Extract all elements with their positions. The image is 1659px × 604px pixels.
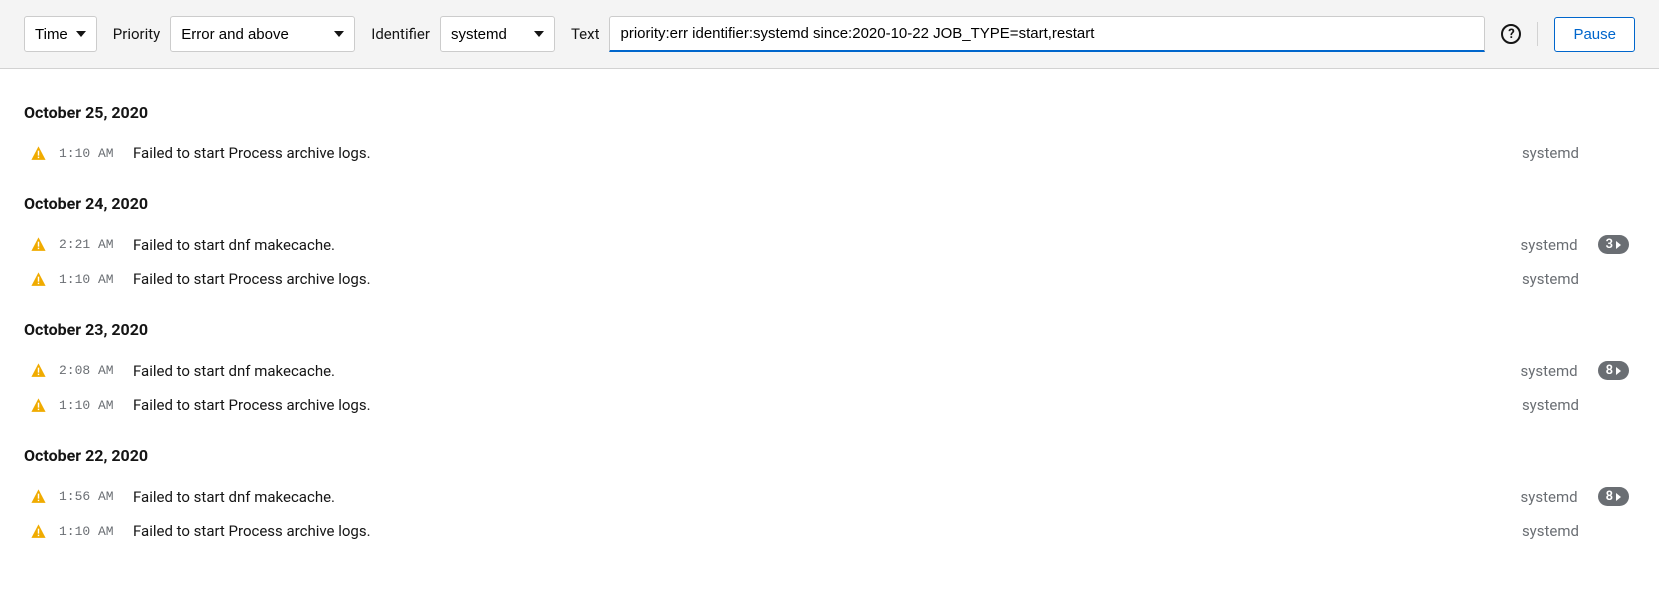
badge-count: 3 [1606, 237, 1613, 252]
identifier-dropdown[interactable]: systemd [440, 16, 555, 52]
warning-icon-wrap [30, 362, 47, 379]
date-header: October 23, 2020 [24, 320, 1635, 339]
log-message: Failed to start Process archive logs. [133, 522, 1510, 540]
log-timestamp: 1:10 AM [59, 398, 121, 413]
log-identifier: systemd [1521, 362, 1578, 380]
log-message: Failed to start dnf makecache. [133, 236, 1509, 254]
date-header: October 25, 2020 [24, 103, 1635, 122]
priority-label: Priority [113, 25, 160, 43]
log-timestamp: 1:10 AM [59, 272, 121, 287]
help-icon[interactable]: ? [1501, 24, 1521, 44]
warning-icon [30, 145, 47, 162]
warning-icon-wrap [30, 523, 47, 540]
log-row[interactable]: 1:10 AM Failed to start Process archive l… [24, 514, 1635, 548]
date-group: October 22, 2020 1:56 AM Failed to start d… [24, 446, 1635, 548]
date-group: October 24, 2020 2:21 AM Failed to start d… [24, 194, 1635, 296]
caret-down-icon [76, 31, 86, 37]
warning-icon [30, 362, 47, 379]
count-badge[interactable]: 8 [1598, 361, 1629, 380]
log-identifier: systemd [1522, 522, 1579, 540]
warning-icon [30, 523, 47, 540]
priority-dropdown[interactable]: Error and above [170, 16, 355, 52]
warning-icon-wrap [30, 236, 47, 253]
warning-icon [30, 271, 47, 288]
log-timestamp: 1:56 AM [59, 489, 121, 504]
warning-icon [30, 397, 47, 414]
warning-icon [30, 236, 47, 253]
date-group: October 23, 2020 2:08 AM Failed to start d… [24, 320, 1635, 422]
warning-icon-wrap [30, 145, 47, 162]
log-message: Failed to start Process archive logs. [133, 396, 1510, 414]
log-identifier: systemd [1521, 236, 1578, 254]
log-identifier: systemd [1522, 270, 1579, 288]
log-identifier: systemd [1522, 396, 1579, 414]
log-row[interactable]: 1:10 AM Failed to start Process archive l… [24, 136, 1635, 170]
badge-count: 8 [1606, 363, 1613, 378]
log-row[interactable]: 2:21 AM Failed to start dnf makecache. sys… [24, 227, 1635, 262]
log-message: Failed to start Process archive logs. [133, 144, 1510, 162]
log-timestamp: 1:10 AM [59, 146, 121, 161]
time-group: Time [24, 16, 97, 52]
warning-icon-wrap [30, 488, 47, 505]
priority-group: Priority Error and above [113, 16, 355, 52]
log-row[interactable]: 2:08 AM Failed to start dnf makecache. sys… [24, 353, 1635, 388]
log-container: October 25, 2020 1:10 AM Failed to start P… [0, 69, 1659, 568]
log-message: Failed to start dnf makecache. [133, 488, 1509, 506]
caret-down-icon [534, 31, 544, 37]
count-badge[interactable]: 8 [1598, 487, 1629, 506]
pause-button[interactable]: Pause [1554, 17, 1635, 52]
log-row[interactable]: 1:56 AM Failed to start dnf makecache. sys… [24, 479, 1635, 514]
help-glyph: ? [1508, 27, 1514, 42]
identifier-group: Identifier systemd [371, 16, 555, 52]
text-filter-label: Text [571, 25, 600, 43]
count-badge[interactable]: 3 [1598, 235, 1629, 254]
warning-icon-wrap [30, 397, 47, 414]
caret-down-icon [334, 31, 344, 37]
date-header: October 24, 2020 [24, 194, 1635, 213]
warning-icon [30, 488, 47, 505]
log-timestamp: 2:08 AM [59, 363, 121, 378]
identifier-dropdown-value: systemd [451, 26, 507, 43]
date-header: October 22, 2020 [24, 446, 1635, 465]
filter-toolbar: Time Priority Error and above Identifier… [0, 0, 1659, 69]
time-dropdown-label: Time [35, 26, 68, 43]
time-dropdown[interactable]: Time [24, 16, 97, 52]
warning-icon-wrap [30, 271, 47, 288]
log-timestamp: 1:10 AM [59, 524, 121, 539]
priority-dropdown-value: Error and above [181, 26, 289, 43]
log-message: Failed to start dnf makecache. [133, 362, 1509, 380]
caret-right-icon [1616, 493, 1621, 501]
date-group: October 25, 2020 1:10 AM Failed to start P… [24, 103, 1635, 170]
log-timestamp: 2:21 AM [59, 237, 121, 252]
log-message: Failed to start Process archive logs. [133, 270, 1510, 288]
log-row[interactable]: 1:10 AM Failed to start Process archive l… [24, 262, 1635, 296]
text-filter-input[interactable] [609, 16, 1485, 52]
identifier-label: Identifier [371, 25, 430, 43]
caret-right-icon [1616, 367, 1621, 375]
badge-count: 8 [1606, 489, 1613, 504]
log-identifier: systemd [1522, 144, 1579, 162]
text-filter-group: Text [571, 16, 1486, 52]
toolbar-divider [1537, 22, 1538, 46]
caret-right-icon [1616, 241, 1621, 249]
pause-button-label: Pause [1573, 26, 1616, 43]
log-row[interactable]: 1:10 AM Failed to start Process archive l… [24, 388, 1635, 422]
log-identifier: systemd [1521, 488, 1578, 506]
